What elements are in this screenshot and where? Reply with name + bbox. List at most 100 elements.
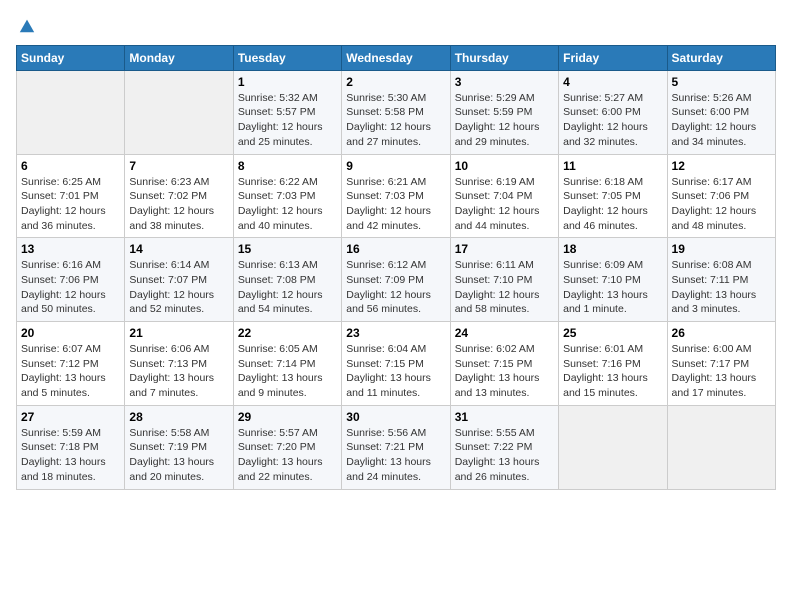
calendar-cell: 8Sunrise: 6:22 AM Sunset: 7:03 PM Daylig… — [233, 154, 341, 238]
day-info: Sunrise: 6:16 AM Sunset: 7:06 PM Dayligh… — [21, 258, 120, 317]
day-info: Sunrise: 6:11 AM Sunset: 7:10 PM Dayligh… — [455, 258, 554, 317]
day-number: 28 — [129, 410, 228, 424]
calendar-week-row: 27 Sunrise: 5:59 AM Sunset: 7:18 PM Dayli… — [17, 405, 776, 489]
day-info: Sunrise: 6:18 AM Sunset: 7:05 PM Dayligh… — [563, 175, 662, 234]
day-info: Sunrise: 6:19 AM Sunset: 7:04 PM Dayligh… — [455, 175, 554, 234]
day-header-wednesday: Wednesday — [342, 45, 450, 70]
day-number: 20 — [21, 326, 120, 340]
calendar-week-row: 20 Sunrise: 6:07 AM Sunset: 7:12 PM Dayli… — [17, 322, 776, 406]
calendar-cell: 13Sunrise: 6:16 AM Sunset: 7:06 PM Dayli… — [17, 238, 125, 322]
calendar-cell: 3 Sunrise: 5:29 AM Sunset: 5:59 PM Daylig… — [450, 70, 558, 154]
calendar-cell: 18 Sunrise: 6:09 AM Sunset: 7:10 PM Dayli… — [559, 238, 667, 322]
day-info: Sunrise: 6:07 AM Sunset: 7:12 PM Dayligh… — [21, 342, 120, 401]
day-number: 7 — [129, 159, 228, 173]
calendar-week-row: 13Sunrise: 6:16 AM Sunset: 7:06 PM Dayli… — [17, 238, 776, 322]
day-number: 16 — [346, 242, 445, 256]
calendar-cell: 12 Sunrise: 6:17 AM Sunset: 7:06 PM Dayli… — [667, 154, 775, 238]
calendar-cell: 15 Sunrise: 6:13 AM Sunset: 7:08 PM Dayli… — [233, 238, 341, 322]
day-number: 10 — [455, 159, 554, 173]
calendar-cell: 19Sunrise: 6:08 AM Sunset: 7:11 PM Dayli… — [667, 238, 775, 322]
calendar-cell: 27 Sunrise: 5:59 AM Sunset: 7:18 PM Dayli… — [17, 405, 125, 489]
day-info: Sunrise: 5:55 AM Sunset: 7:22 PM Dayligh… — [455, 426, 554, 485]
calendar-cell: 24 Sunrise: 6:02 AM Sunset: 7:15 PM Dayli… — [450, 322, 558, 406]
day-info: Sunrise: 6:08 AM Sunset: 7:11 PM Dayligh… — [672, 258, 771, 317]
calendar-cell — [125, 70, 233, 154]
calendar-cell: 9 Sunrise: 6:21 AM Sunset: 7:03 PM Daylig… — [342, 154, 450, 238]
day-info: Sunrise: 5:58 AM Sunset: 7:19 PM Dayligh… — [129, 426, 228, 485]
calendar-cell: 10 Sunrise: 6:19 AM Sunset: 7:04 PM Dayli… — [450, 154, 558, 238]
day-header-tuesday: Tuesday — [233, 45, 341, 70]
calendar-cell: 4 Sunrise: 5:27 AM Sunset: 6:00 PM Daylig… — [559, 70, 667, 154]
day-info: Sunrise: 5:27 AM Sunset: 6:00 PM Dayligh… — [563, 91, 662, 150]
day-header-friday: Friday — [559, 45, 667, 70]
calendar-cell: 22 Sunrise: 6:05 AM Sunset: 7:14 PM Dayli… — [233, 322, 341, 406]
day-number: 30 — [346, 410, 445, 424]
calendar-week-row: 1 Sunrise: 5:32 AM Sunset: 5:57 PM Daylig… — [17, 70, 776, 154]
calendar-cell: 31 Sunrise: 5:55 AM Sunset: 7:22 PM Dayli… — [450, 405, 558, 489]
day-number: 15 — [238, 242, 337, 256]
calendar-cell: 30 Sunrise: 5:56 AM Sunset: 7:21 PM Dayli… — [342, 405, 450, 489]
day-number: 27 — [21, 410, 120, 424]
day-info: Sunrise: 6:01 AM Sunset: 7:16 PM Dayligh… — [563, 342, 662, 401]
day-info: Sunrise: 6:22 AM Sunset: 7:03 PM Dayligh… — [238, 175, 337, 234]
day-number: 24 — [455, 326, 554, 340]
day-header-monday: Monday — [125, 45, 233, 70]
day-info: Sunrise: 6:21 AM Sunset: 7:03 PM Dayligh… — [346, 175, 445, 234]
calendar-cell: 1 Sunrise: 5:32 AM Sunset: 5:57 PM Daylig… — [233, 70, 341, 154]
logo — [16, 16, 36, 37]
day-number: 26 — [672, 326, 771, 340]
day-header-thursday: Thursday — [450, 45, 558, 70]
day-number: 11 — [563, 159, 662, 173]
calendar-cell: 17Sunrise: 6:11 AM Sunset: 7:10 PM Dayli… — [450, 238, 558, 322]
calendar-cell — [559, 405, 667, 489]
day-number: 2 — [346, 75, 445, 89]
calendar-cell: 20 Sunrise: 6:07 AM Sunset: 7:12 PM Dayli… — [17, 322, 125, 406]
calendar-cell: 11 Sunrise: 6:18 AM Sunset: 7:05 PM Dayli… — [559, 154, 667, 238]
calendar-cell — [17, 70, 125, 154]
day-info: Sunrise: 6:17 AM Sunset: 7:06 PM Dayligh… — [672, 175, 771, 234]
day-info: Sunrise: 5:30 AM Sunset: 5:58 PM Dayligh… — [346, 91, 445, 150]
day-info: Sunrise: 6:05 AM Sunset: 7:14 PM Dayligh… — [238, 342, 337, 401]
day-number: 31 — [455, 410, 554, 424]
day-number: 5 — [672, 75, 771, 89]
day-header-saturday: Saturday — [667, 45, 775, 70]
day-number: 9 — [346, 159, 445, 173]
day-number: 12 — [672, 159, 771, 173]
calendar-cell: 14 Sunrise: 6:14 AM Sunset: 7:07 PM Dayli… — [125, 238, 233, 322]
day-info: Sunrise: 5:57 AM Sunset: 7:20 PM Dayligh… — [238, 426, 337, 485]
calendar-cell: 2 Sunrise: 5:30 AM Sunset: 5:58 PM Daylig… — [342, 70, 450, 154]
day-info: Sunrise: 6:13 AM Sunset: 7:08 PM Dayligh… — [238, 258, 337, 317]
day-number: 6 — [21, 159, 120, 173]
day-info: Sunrise: 5:29 AM Sunset: 5:59 PM Dayligh… — [455, 91, 554, 150]
day-info: Sunrise: 5:56 AM Sunset: 7:21 PM Dayligh… — [346, 426, 445, 485]
day-info: Sunrise: 6:00 AM Sunset: 7:17 PM Dayligh… — [672, 342, 771, 401]
day-info: Sunrise: 6:23 AM Sunset: 7:02 PM Dayligh… — [129, 175, 228, 234]
day-number: 29 — [238, 410, 337, 424]
day-info: Sunrise: 6:04 AM Sunset: 7:15 PM Dayligh… — [346, 342, 445, 401]
day-info: Sunrise: 5:32 AM Sunset: 5:57 PM Dayligh… — [238, 91, 337, 150]
day-number: 18 — [563, 242, 662, 256]
page-header — [16, 16, 776, 37]
calendar-header-row: SundayMondayTuesdayWednesdayThursdayFrid… — [17, 45, 776, 70]
day-info: Sunrise: 6:25 AM Sunset: 7:01 PM Dayligh… — [21, 175, 120, 234]
calendar-cell: 21Sunrise: 6:06 AM Sunset: 7:13 PM Dayli… — [125, 322, 233, 406]
day-info: Sunrise: 5:26 AM Sunset: 6:00 PM Dayligh… — [672, 91, 771, 150]
calendar-cell: 28 Sunrise: 5:58 AM Sunset: 7:19 PM Dayli… — [125, 405, 233, 489]
day-number: 3 — [455, 75, 554, 89]
calendar-cell: 25Sunrise: 6:01 AM Sunset: 7:16 PM Dayli… — [559, 322, 667, 406]
day-info: Sunrise: 6:09 AM Sunset: 7:10 PM Dayligh… — [563, 258, 662, 317]
calendar-cell: 6 Sunrise: 6:25 AM Sunset: 7:01 PM Daylig… — [17, 154, 125, 238]
day-number: 4 — [563, 75, 662, 89]
day-info: Sunrise: 6:02 AM Sunset: 7:15 PM Dayligh… — [455, 342, 554, 401]
day-number: 23 — [346, 326, 445, 340]
day-info: Sunrise: 5:59 AM Sunset: 7:18 PM Dayligh… — [21, 426, 120, 485]
calendar-cell: 5 Sunrise: 5:26 AM Sunset: 6:00 PM Daylig… — [667, 70, 775, 154]
day-number: 14 — [129, 242, 228, 256]
calendar-cell: 26 Sunrise: 6:00 AM Sunset: 7:17 PM Dayli… — [667, 322, 775, 406]
day-number: 22 — [238, 326, 337, 340]
calendar-cell: 16 Sunrise: 6:12 AM Sunset: 7:09 PM Dayli… — [342, 238, 450, 322]
day-info: Sunrise: 6:14 AM Sunset: 7:07 PM Dayligh… — [129, 258, 228, 317]
day-info: Sunrise: 6:06 AM Sunset: 7:13 PM Dayligh… — [129, 342, 228, 401]
day-number: 1 — [238, 75, 337, 89]
day-info: Sunrise: 6:12 AM Sunset: 7:09 PM Dayligh… — [346, 258, 445, 317]
